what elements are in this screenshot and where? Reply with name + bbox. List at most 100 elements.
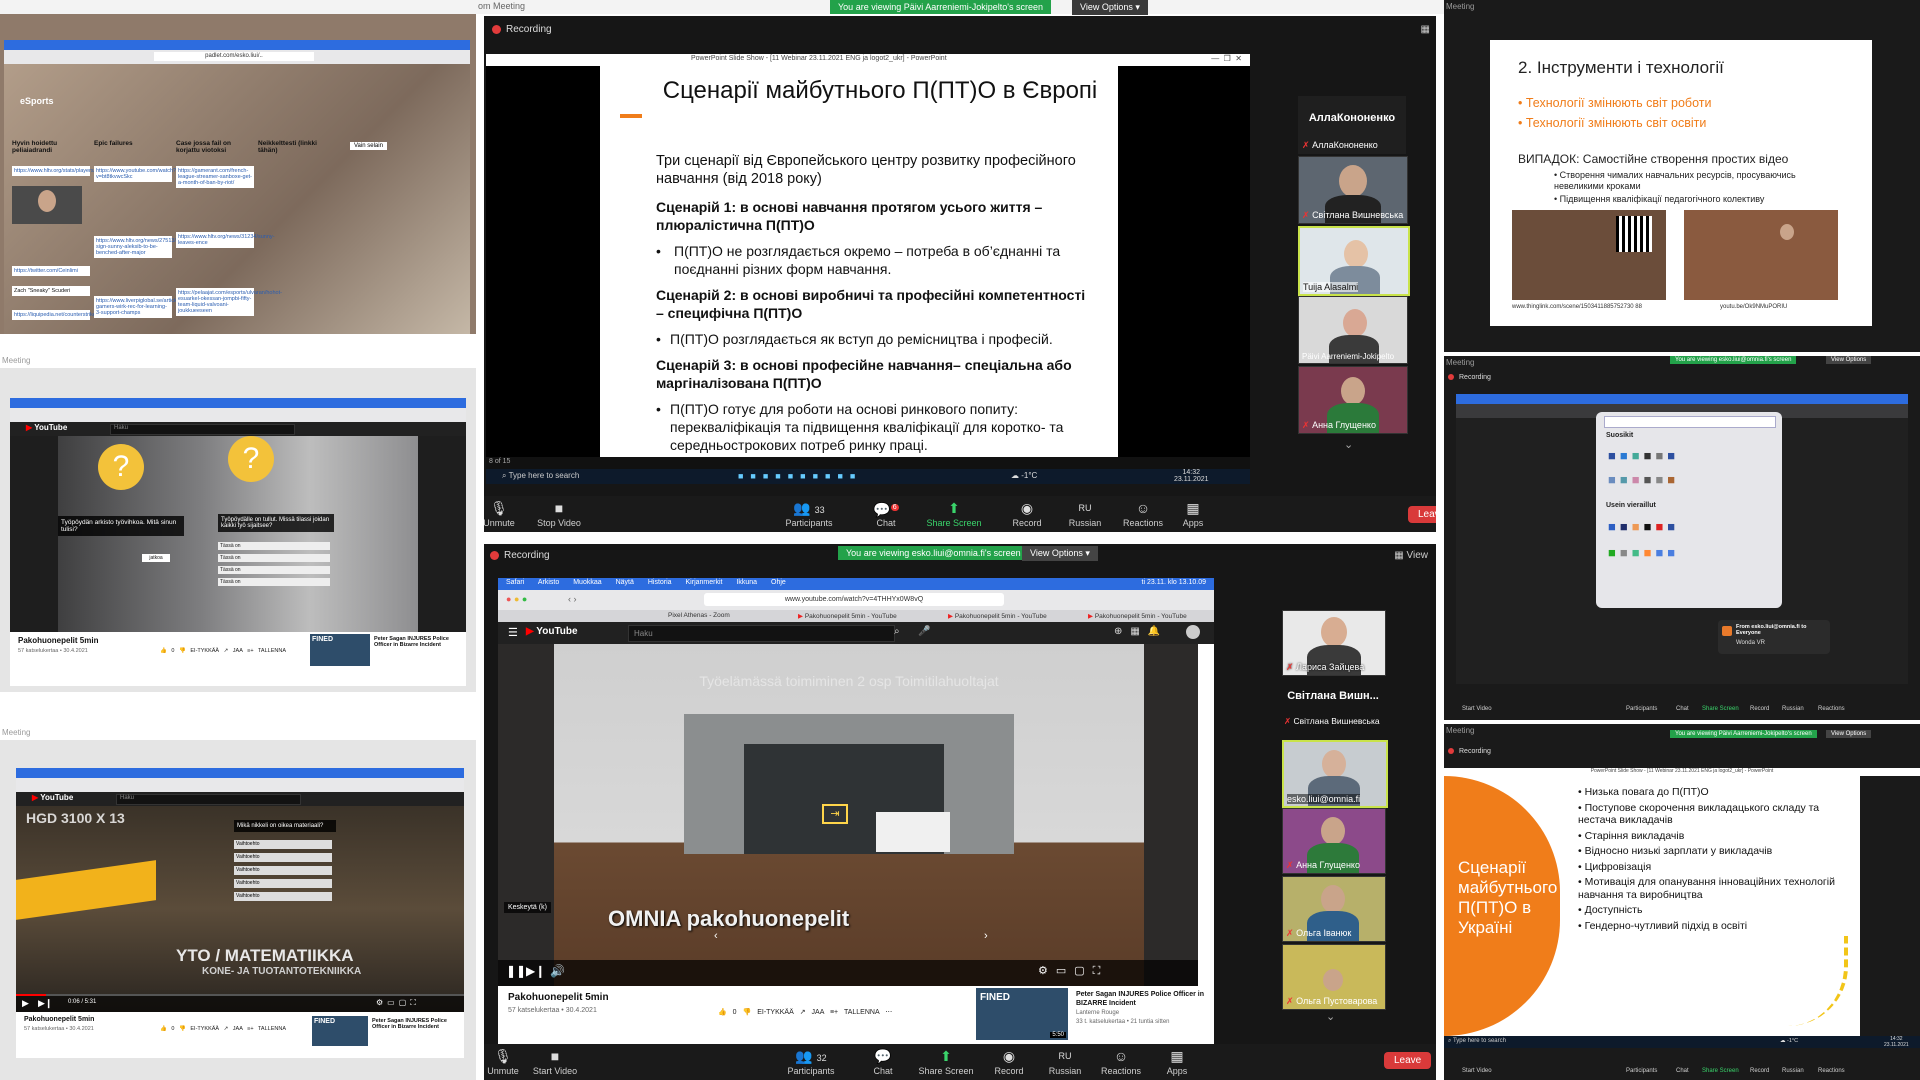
reactions-button[interactable]: Reactions: [1818, 1068, 1845, 1074]
apps-button[interactable]: ▦ Apps: [1158, 500, 1228, 528]
share-button[interactable]: ↗ JAA: [224, 648, 243, 654]
slide-link[interactable]: www.thinglink.com/scene/1503411885752730…: [1512, 304, 1642, 310]
recommended-title[interactable]: Peter Sagan INJURES Police Officer in Bi…: [374, 636, 464, 648]
pause-icon[interactable]: ❚❚: [506, 964, 526, 978]
taskbar-search[interactable]: ⌕ Type here to search: [1448, 1038, 1506, 1045]
recommended-title[interactable]: Peter Sagan INJURES Police Officer in Bi…: [372, 1018, 462, 1030]
share-screen-button[interactable]: ⬆ Share Screen: [919, 500, 989, 528]
video-player[interactable]: ? ? Työpöydän arkisto työvihkoa. Mitä si…: [10, 436, 466, 632]
participant-thumb-active[interactable]: esko.liui@omnia.fi: [1282, 740, 1388, 808]
participants-button[interactable]: 👥 33 Participants: [774, 500, 844, 528]
padlet-card[interactable]: https://www.hltv.org/news/31234/sunny-le…: [176, 232, 275, 248]
record-button[interactable]: Record: [1750, 706, 1769, 712]
participant-thumb-active[interactable]: Tuija Alasalmi: [1298, 226, 1410, 296]
tab[interactable]: ▶ Pakohuonepelit 5min - YouTube: [798, 612, 897, 620]
like-button[interactable]: 👍 0: [160, 648, 174, 654]
next-icon[interactable]: ▶❙: [38, 998, 52, 1009]
progress-track[interactable]: [16, 994, 464, 996]
padlet-card[interactable]: https://pelaajat.com/esports/ulvaran/hoh…: [176, 288, 282, 316]
address-field[interactable]: [1604, 416, 1776, 428]
participants-button[interactable]: Participants: [1626, 1068, 1657, 1074]
participant-thumb[interactable]: ✗ Ольга Пустоварова: [1282, 944, 1386, 1010]
header-icons[interactable]: ⊕▦🔔: [1114, 626, 1168, 637]
language-button[interactable]: Russian: [1782, 1068, 1804, 1074]
language-button[interactable]: Russian: [1782, 706, 1804, 712]
player-right-icons[interactable]: ⚙▭▢⛶: [376, 998, 420, 1008]
stop-video-button[interactable]: ■ Stop Video: [524, 500, 594, 528]
share-screen-button[interactable]: ⬆ Share Screen: [911, 1048, 981, 1076]
menubar-items[interactable]: Safari Arkisto Muokkaa Näytä Historia Ki…: [506, 579, 786, 586]
dislike-button[interactable]: 👎 EI-TYKKÄÄ: [179, 1026, 219, 1032]
view-button[interactable]: ▦ View: [1394, 550, 1428, 561]
record-button[interactable]: Record: [1750, 1068, 1769, 1074]
view-options-button[interactable]: View Options ▾: [1072, 0, 1148, 15]
youtube-logo[interactable]: ▶ YouTube: [26, 423, 67, 432]
avatar[interactable]: [1186, 625, 1200, 639]
quiz-option[interactable]: Vaihtoehto: [234, 866, 332, 875]
padlet-card[interactable]: Zach "Sneaky" Scuderi: [12, 286, 90, 296]
youtube-search-input[interactable]: Haku: [628, 625, 895, 642]
leave-button[interactable]: Leave: [1384, 1052, 1432, 1069]
share-screen-button[interactable]: Share Screen: [1702, 1068, 1739, 1074]
chevron-down-icon[interactable]: ⌄: [1344, 438, 1353, 451]
view-options-button[interactable]: View Options ▾: [1022, 546, 1098, 561]
next-icon[interactable]: ▶❙: [526, 964, 545, 978]
taskbar-search[interactable]: ⌕ Type here to search: [502, 471, 702, 481]
quiz-option[interactable]: Vaihtoehto: [234, 892, 332, 901]
menu-icon[interactable]: ☰: [508, 626, 518, 639]
video-player[interactable]: ⇥ Työelämässä toimiminen 2 osp Toimitila…: [498, 644, 1198, 986]
padlet-badge[interactable]: Vain selain: [350, 142, 387, 150]
chevron-right-icon[interactable]: ›: [984, 930, 988, 942]
view-options-button[interactable]: View Options: [1826, 356, 1872, 364]
quiz-button[interactable]: jatkoa: [142, 554, 170, 562]
dislike-button[interactable]: 👎 EI-TYKKÄÄ: [743, 1009, 794, 1016]
padlet-card[interactable]: https://twitter.com/Ceinlimi: [12, 266, 90, 276]
view-options-button[interactable]: View Options: [1826, 730, 1872, 738]
chat-notification[interactable]: From esko.liui@omnia.fi to Everyone Wond…: [1718, 620, 1830, 654]
grid-view-icon[interactable]: ▦: [1421, 24, 1430, 35]
enter-arrow-icon[interactable]: ⇥: [822, 804, 848, 824]
recommended-thumbnail[interactable]: FINED 5:50: [976, 988, 1068, 1040]
chat-button[interactable]: 💬 Chat: [848, 1048, 918, 1076]
recommended-thumbnail[interactable]: FINED: [312, 1016, 368, 1046]
hotspot-popup[interactable]: [876, 812, 950, 852]
quiz-option[interactable]: Vaihtoehto: [234, 840, 332, 849]
tab[interactable]: Pixel Athenas - Zoom: [668, 612, 730, 619]
taskbar-app-icons[interactable]: ■■■■■■■■■■: [738, 471, 862, 481]
name-tile[interactable]: АллаКононенко ✗ АллаКононенко: [1298, 96, 1406, 154]
chat-button[interactable]: 💬 6 Chat: [851, 500, 921, 528]
participants-button[interactable]: Participants: [1626, 706, 1657, 712]
dislike-button[interactable]: 👎 EI-TYKKÄÄ: [179, 648, 219, 654]
recommended-thumbnail[interactable]: FINED: [310, 634, 370, 666]
participant-thumb[interactable]: ✗ Анна Глущенко: [1282, 808, 1386, 874]
save-button[interactable]: ≡+ TALLENNA: [247, 1026, 286, 1032]
quiz-option[interactable]: Vaihtoehto: [234, 853, 332, 862]
padlet-card[interactable]: https://liquipedia.net/counterstrike/Fe.…: [12, 310, 124, 320]
start-video-button[interactable]: ■ Start Video: [520, 1048, 590, 1076]
tab[interactable]: ▶ Pakohuonepelit 5min - YouTube: [1088, 612, 1187, 620]
start-video-button[interactable]: Start Video: [1462, 1068, 1492, 1074]
youtube-search-input[interactable]: Haku: [110, 424, 295, 435]
reactions-button[interactable]: Reactions: [1818, 706, 1845, 712]
player-right-icons[interactable]: ⚙▭▢⛶: [1038, 964, 1108, 978]
share-button[interactable]: ↗ JAA: [224, 1026, 243, 1032]
padlet-card[interactable]: https://www.liverpiglobal.se/articles/73…: [94, 296, 204, 318]
search-icon[interactable]: ⌕: [894, 626, 900, 637]
leave-button[interactable]: Leave: [1408, 506, 1436, 523]
url-bar[interactable]: padlet.com/esko.liui/..: [154, 52, 314, 61]
quiz-option[interactable]: Tässä on: [218, 566, 330, 574]
favorite-icons[interactable]: ■■■■■■ ■■■■■■: [1608, 444, 1778, 492]
start-video-button[interactable]: Start Video: [1462, 706, 1492, 712]
chevron-down-icon[interactable]: ⌄: [1326, 1010, 1335, 1023]
quiz-option[interactable]: Tässä on: [218, 554, 330, 562]
share-button[interactable]: ↗ JAA: [800, 1009, 824, 1016]
youtube-logo[interactable]: ▶ YouTube: [32, 793, 73, 802]
padlet-card[interactable]: https://www.hltv.org/news/27513/anze-sig…: [94, 236, 190, 258]
share-screen-button[interactable]: Share Screen: [1702, 706, 1739, 712]
quiz-option[interactable]: Tässä on: [218, 578, 330, 586]
save-button[interactable]: ≡+ TALLENNA: [830, 1009, 879, 1016]
youtube-logo[interactable]: ▶ YouTube: [526, 626, 578, 637]
save-button[interactable]: ≡+ TALLENNA: [247, 648, 286, 654]
participant-thumb[interactable]: ✗ Лариса Зайцева: [1282, 610, 1386, 676]
participant-thumb[interactable]: ✗ Світлана Вишневська: [1298, 156, 1408, 224]
